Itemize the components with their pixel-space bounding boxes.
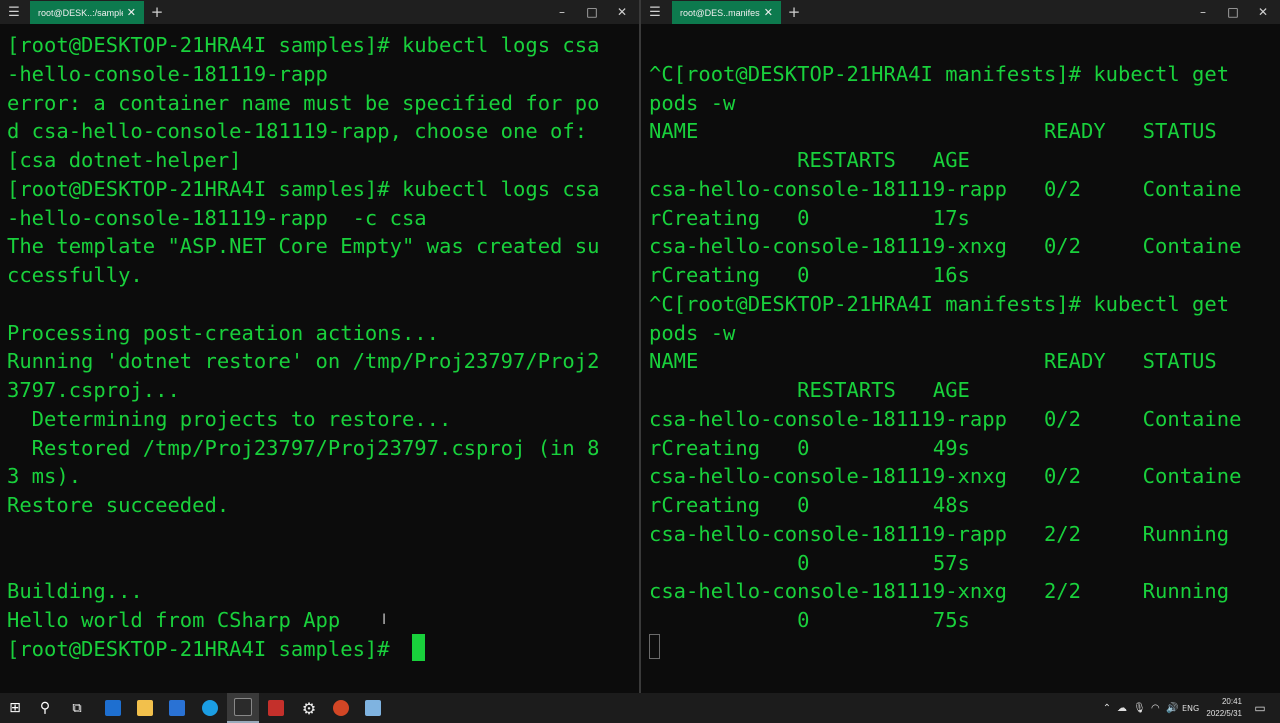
maximize-button[interactable]: □ bbox=[577, 0, 607, 24]
volume-icon[interactable]: 🔊 bbox=[1166, 693, 1180, 723]
right-titlebar: ☰ root@DES..manifests ✕ + – □ ✕ bbox=[641, 0, 1280, 24]
terminal-line: ^C[root@DESKTOP-21HRA4I manifests]# kube… bbox=[649, 61, 1230, 86]
taskbar: ⊞ ⚲ ⧉ ⚙ ⌃ ☁ 🎙 ◠ 🔊 ENG 20:41 2022/5/31 ▭ bbox=[0, 693, 1280, 723]
language-indicator[interactable]: ENG bbox=[1182, 693, 1204, 723]
terminal-line: Hello world from CSharp App bbox=[7, 608, 341, 632]
terminal-line: Restore succeeded. bbox=[7, 493, 230, 517]
folder-icon bbox=[137, 700, 153, 716]
clock[interactable]: 20:41 2022/5/31 bbox=[1206, 696, 1242, 720]
maximize-button[interactable]: □ bbox=[1218, 0, 1248, 24]
close-tab-icon[interactable]: ✕ bbox=[127, 6, 136, 19]
network-icon[interactable]: ◠ bbox=[1151, 693, 1165, 723]
edge-icon bbox=[202, 700, 218, 716]
terminal-line: NAME READY STATUS bbox=[649, 119, 1217, 144]
terminal-cursor bbox=[412, 634, 425, 661]
terminal-line: -hello-console-181119-rapp -c csa bbox=[7, 205, 427, 230]
terminal-line: rCreating 0 17s bbox=[649, 205, 970, 230]
terminal-line: error: a container name must be specifie… bbox=[7, 90, 600, 115]
notepad-app-icon[interactable] bbox=[358, 693, 388, 723]
search-icon[interactable]: ⚲ bbox=[32, 693, 58, 723]
right-terminal-output[interactable]: ^C[root@DESKTOP-21HRA4I manifests]# kube… bbox=[649, 31, 1241, 635]
terminal-line: csa-hello-console-181119-rapp 0/2 Contai… bbox=[649, 406, 1242, 431]
terminal-line: Processing post-creation actions... bbox=[7, 320, 439, 345]
terminal-line: -hello-console-181119-rapp bbox=[7, 61, 328, 86]
microphone-icon[interactable]: 🎙 bbox=[1133, 693, 1147, 723]
terminal-line: ccessfully. bbox=[7, 263, 143, 287]
left-terminal-output[interactable]: [root@DESKTOP-21HRA4I samples]# kubectl … bbox=[7, 31, 599, 664]
terminal-line: 0 57s bbox=[649, 550, 970, 575]
notification-icon[interactable]: ▭ bbox=[1252, 693, 1268, 723]
terminal-line: RESTARTS AGE bbox=[649, 378, 970, 402]
terminal-line: Determining projects to restore... bbox=[7, 406, 452, 431]
recorder-app-icon[interactable] bbox=[261, 693, 291, 723]
mouse-ibeam-icon: I bbox=[382, 612, 387, 628]
store-app-icon[interactable] bbox=[162, 693, 192, 723]
left-tab[interactable]: root@DESK..:/samples ✕ bbox=[30, 1, 144, 24]
terminal-line: 0 75s bbox=[649, 608, 970, 632]
menu-icon[interactable]: ☰ bbox=[645, 0, 665, 24]
minimize-button[interactable]: – bbox=[547, 0, 577, 24]
terminal-line: The template "ASP.NET Core Empty" was cr… bbox=[7, 234, 600, 259]
settings-icon[interactable]: ⚙ bbox=[294, 693, 324, 723]
file-explorer-icon[interactable] bbox=[130, 693, 160, 723]
minimize-button[interactable]: – bbox=[1188, 0, 1218, 24]
terminal-line: NAME READY STATUS bbox=[649, 349, 1217, 374]
cloud-icon[interactable]: ☁ bbox=[1117, 693, 1131, 723]
terminal-line: [csa dotnet-helper] bbox=[7, 148, 242, 172]
terminal-line: [root@DESKTOP-21HRA4I samples]# kubectl … bbox=[7, 33, 600, 57]
tray-chevron-icon[interactable]: ⌃ bbox=[1100, 693, 1114, 723]
terminal-app-icon[interactable] bbox=[227, 693, 259, 723]
task-view-icon[interactable]: ⧉ bbox=[64, 693, 90, 723]
terminal-line: rCreating 0 49s bbox=[649, 435, 970, 460]
new-tab-icon[interactable]: + bbox=[785, 0, 803, 24]
left-titlebar: ☰ root@DESK..:/samples ✕ + – □ ✕ bbox=[0, 0, 639, 24]
close-window-button[interactable]: ✕ bbox=[1248, 0, 1278, 24]
powerpoint-app-icon[interactable] bbox=[326, 693, 356, 723]
close-window-button[interactable]: ✕ bbox=[607, 0, 637, 24]
record-icon bbox=[268, 700, 284, 716]
right-tab[interactable]: root@DES..manifests ✕ bbox=[672, 1, 781, 24]
terminal-line: csa-hello-console-181119-rapp 0/2 Contai… bbox=[649, 176, 1242, 201]
terminal-line: 3 ms). bbox=[7, 464, 82, 489]
mail-app-icon[interactable] bbox=[98, 693, 128, 723]
close-tab-icon[interactable]: ✕ bbox=[764, 6, 773, 19]
powerpoint-icon bbox=[333, 700, 349, 716]
terminal-line: RESTARTS AGE bbox=[649, 148, 970, 172]
clock-time: 20:41 bbox=[1221, 697, 1242, 706]
edge-browser-icon[interactable] bbox=[195, 693, 225, 723]
terminal-line: csa-hello-console-181119-rapp 2/2 Runnin… bbox=[649, 521, 1230, 546]
tab-title: root@DESK..:/samples bbox=[38, 7, 123, 18]
inactive-terminal-cursor bbox=[649, 634, 660, 659]
terminal-line: csa-hello-console-181119-xnxg 2/2 Runnin… bbox=[649, 579, 1230, 604]
terminal-line: Building... bbox=[7, 579, 143, 604]
terminal-line: Running 'dotnet restore' on /tmp/Proj237… bbox=[7, 349, 600, 374]
start-icon[interactable]: ⊞ bbox=[2, 693, 28, 723]
clock-date: 2022/5/31 bbox=[1206, 709, 1242, 718]
app-icon bbox=[169, 700, 185, 716]
tab-title: root@DES..manifests bbox=[680, 7, 760, 18]
notepad-icon bbox=[365, 700, 381, 716]
terminal-line: csa-hello-console-181119-xnxg 0/2 Contai… bbox=[649, 234, 1242, 259]
terminal-line: ^C[root@DESKTOP-21HRA4I manifests]# kube… bbox=[649, 291, 1230, 316]
right-terminal-window[interactable]: ☰ root@DES..manifests ✕ + – □ ✕ ^C[root@… bbox=[641, 0, 1280, 693]
terminal-line: rCreating 0 48s bbox=[649, 493, 970, 517]
terminal-line: 3797.csproj... bbox=[7, 378, 180, 402]
terminal-line: [root@DESKTOP-21HRA4I samples]# kubectl … bbox=[7, 176, 600, 201]
terminal-line: pods -w bbox=[649, 90, 736, 115]
terminal-prompt-line: [root@DESKTOP-21HRA4I samples]# bbox=[7, 636, 402, 661]
new-tab-icon[interactable]: + bbox=[148, 0, 166, 24]
mail-icon bbox=[105, 700, 121, 716]
left-terminal-window[interactable]: ☰ root@DESK..:/samples ✕ + – □ ✕ [root@D… bbox=[0, 0, 639, 693]
menu-icon[interactable]: ☰ bbox=[4, 0, 24, 24]
terminal-line: rCreating 0 16s bbox=[649, 263, 970, 287]
terminal-line: pods -w bbox=[649, 320, 736, 345]
terminal-line: d csa-hello-console-181119-rapp, choose … bbox=[7, 119, 588, 144]
terminal-line: csa-hello-console-181119-xnxg 0/2 Contai… bbox=[649, 464, 1242, 489]
terminal-icon bbox=[234, 698, 252, 716]
terminal-line: Restored /tmp/Proj23797/Proj23797.csproj… bbox=[7, 435, 600, 460]
